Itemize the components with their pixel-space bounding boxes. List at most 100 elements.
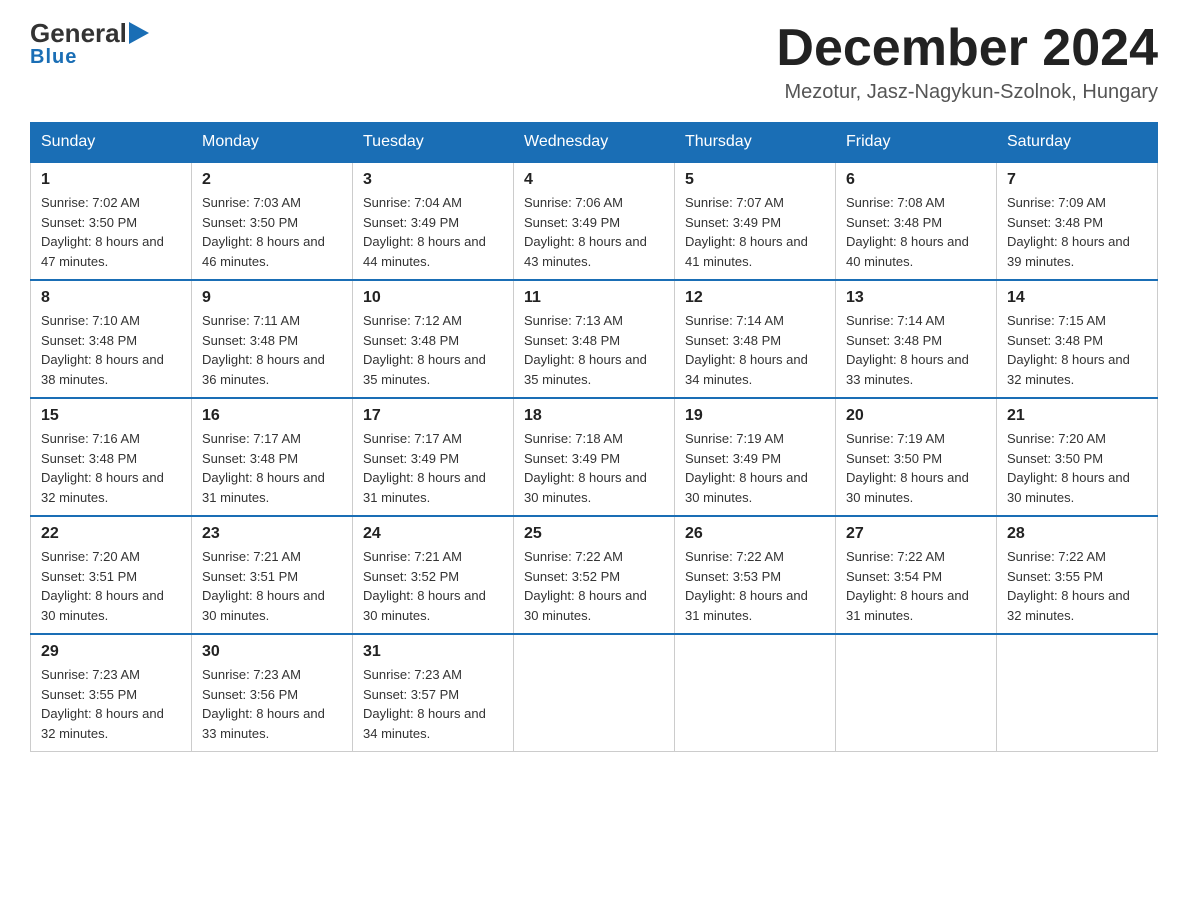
day-number: 10 <box>363 289 503 307</box>
page-header: General Blue December 2024 Mezotur, Jasz… <box>30 20 1158 104</box>
day-info: Sunrise: 7:15 AMSunset: 3:48 PMDaylight:… <box>1007 311 1147 389</box>
table-row: 13Sunrise: 7:14 AMSunset: 3:48 PMDayligh… <box>836 280 997 398</box>
day-number: 27 <box>846 525 986 543</box>
month-title: December 2024 <box>776 20 1158 77</box>
col-wednesday: Wednesday <box>514 123 675 163</box>
day-info: Sunrise: 7:18 AMSunset: 3:49 PMDaylight:… <box>524 429 664 507</box>
table-row: 11 Sunrise: 7:13 AMSunset: 3:48 PMDayligh… <box>514 280 675 398</box>
table-row <box>514 634 675 752</box>
day-info: Sunrise: 7:23 AMSunset: 3:56 PMDaylight:… <box>202 665 342 743</box>
day-number: 12 <box>685 289 825 307</box>
table-row: 27 Sunrise: 7:22 AMSunset: 3:54 PMDayligh… <box>836 516 997 634</box>
table-row: 7 Sunrise: 7:09 AMSunset: 3:48 PMDaylight… <box>997 162 1158 280</box>
table-row <box>836 634 997 752</box>
calendar-week-row: 22 Sunrise: 7:20 AMSunset: 3:51 PMDayligh… <box>31 516 1158 634</box>
calendar-header-row: Sunday Monday Tuesday Wednesday Thursday… <box>31 123 1158 163</box>
day-info: Sunrise: 7:20 AMSunset: 3:50 PMDaylight:… <box>1007 429 1147 507</box>
day-info: Sunrise: 7:14 AMSunset: 3:48 PMDaylight:… <box>685 311 825 389</box>
table-row <box>675 634 836 752</box>
day-number: 15 <box>41 407 181 425</box>
table-row: 28 Sunrise: 7:22 AMSunset: 3:55 PMDayligh… <box>997 516 1158 634</box>
day-number: 8 <box>41 289 181 307</box>
calendar-week-row: 15 Sunrise: 7:16 AMSunset: 3:48 PMDayligh… <box>31 398 1158 516</box>
table-row: 23 Sunrise: 7:21 AMSunset: 3:51 PMDayligh… <box>192 516 353 634</box>
table-row: 8 Sunrise: 7:10 AMSunset: 3:48 PMDaylight… <box>31 280 192 398</box>
day-number: 5 <box>685 171 825 189</box>
day-number: 23 <box>202 525 342 543</box>
table-row: 1 Sunrise: 7:02 AMSunset: 3:50 PMDaylight… <box>31 162 192 280</box>
table-row: 15 Sunrise: 7:16 AMSunset: 3:48 PMDayligh… <box>31 398 192 516</box>
calendar-week-row: 8 Sunrise: 7:10 AMSunset: 3:48 PMDaylight… <box>31 280 1158 398</box>
calendar-week-row: 1 Sunrise: 7:02 AMSunset: 3:50 PMDaylight… <box>31 162 1158 280</box>
day-info: Sunrise: 7:08 AMSunset: 3:48 PMDaylight:… <box>846 193 986 271</box>
day-info: Sunrise: 7:03 AMSunset: 3:50 PMDaylight:… <box>202 193 342 271</box>
day-info: Sunrise: 7:22 AMSunset: 3:55 PMDaylight:… <box>1007 547 1147 625</box>
day-info: Sunrise: 7:06 AMSunset: 3:49 PMDaylight:… <box>524 193 664 271</box>
table-row: 25 Sunrise: 7:22 AMSunset: 3:52 PMDayligh… <box>514 516 675 634</box>
day-info: Sunrise: 7:22 AMSunset: 3:53 PMDaylight:… <box>685 547 825 625</box>
day-number: 9 <box>202 289 342 307</box>
table-row: 24Sunrise: 7:21 AMSunset: 3:52 PMDayligh… <box>353 516 514 634</box>
day-info: Sunrise: 7:11 AMSunset: 3:48 PMDaylight:… <box>202 311 342 389</box>
day-number: 22 <box>41 525 181 543</box>
calendar-table: Sunday Monday Tuesday Wednesday Thursday… <box>30 122 1158 752</box>
table-row: 5 Sunrise: 7:07 AMSunset: 3:49 PMDaylight… <box>675 162 836 280</box>
day-info: Sunrise: 7:02 AMSunset: 3:50 PMDaylight:… <box>41 193 181 271</box>
table-row: 26 Sunrise: 7:22 AMSunset: 3:53 PMDayligh… <box>675 516 836 634</box>
day-number: 20 <box>846 407 986 425</box>
day-number: 6 <box>846 171 986 189</box>
day-info: Sunrise: 7:16 AMSunset: 3:48 PMDaylight:… <box>41 429 181 507</box>
day-info: Sunrise: 7:09 AMSunset: 3:48 PMDaylight:… <box>1007 193 1147 271</box>
day-info: Sunrise: 7:17 AMSunset: 3:48 PMDaylight:… <box>202 429 342 507</box>
day-info: Sunrise: 7:21 AMSunset: 3:51 PMDaylight:… <box>202 547 342 625</box>
day-info: Sunrise: 7:12 AMSunset: 3:48 PMDaylight:… <box>363 311 503 389</box>
col-tuesday: Tuesday <box>353 123 514 163</box>
col-sunday: Sunday <box>31 123 192 163</box>
day-number: 16 <box>202 407 342 425</box>
day-number: 7 <box>1007 171 1147 189</box>
day-info: Sunrise: 7:23 AMSunset: 3:57 PMDaylight:… <box>363 665 503 743</box>
day-number: 17 <box>363 407 503 425</box>
day-info: Sunrise: 7:19 AMSunset: 3:50 PMDaylight:… <box>846 429 986 507</box>
logo: General Blue <box>30 20 149 69</box>
day-number: 26 <box>685 525 825 543</box>
logo-arrow-icon <box>129 22 149 44</box>
day-number: 31 <box>363 643 503 661</box>
day-info: Sunrise: 7:10 AMSunset: 3:48 PMDaylight:… <box>41 311 181 389</box>
day-number: 3 <box>363 171 503 189</box>
day-info: Sunrise: 7:22 AMSunset: 3:52 PMDaylight:… <box>524 547 664 625</box>
table-row: 6 Sunrise: 7:08 AMSunset: 3:48 PMDaylight… <box>836 162 997 280</box>
col-monday: Monday <box>192 123 353 163</box>
day-info: Sunrise: 7:07 AMSunset: 3:49 PMDaylight:… <box>685 193 825 271</box>
table-row: 12 Sunrise: 7:14 AMSunset: 3:48 PMDayligh… <box>675 280 836 398</box>
day-info: Sunrise: 7:23 AMSunset: 3:55 PMDaylight:… <box>41 665 181 743</box>
calendar-week-row: 29 Sunrise: 7:23 AMSunset: 3:55 PMDayligh… <box>31 634 1158 752</box>
table-row: 17 Sunrise: 7:17 AMSunset: 3:49 PMDayligh… <box>353 398 514 516</box>
col-friday: Friday <box>836 123 997 163</box>
day-number: 28 <box>1007 525 1147 543</box>
day-number: 13 <box>846 289 986 307</box>
day-info: Sunrise: 7:19 AMSunset: 3:49 PMDaylight:… <box>685 429 825 507</box>
table-row <box>997 634 1158 752</box>
day-number: 30 <box>202 643 342 661</box>
day-number: 29 <box>41 643 181 661</box>
day-number: 24 <box>363 525 503 543</box>
table-row: 14 Sunrise: 7:15 AMSunset: 3:48 PMDayligh… <box>997 280 1158 398</box>
day-info: Sunrise: 7:17 AMSunset: 3:49 PMDaylight:… <box>363 429 503 507</box>
day-info: Sunrise: 7:20 AMSunset: 3:51 PMDaylight:… <box>41 547 181 625</box>
table-row: 20 Sunrise: 7:19 AMSunset: 3:50 PMDayligh… <box>836 398 997 516</box>
table-row: 3Sunrise: 7:04 AMSunset: 3:49 PMDaylight… <box>353 162 514 280</box>
day-number: 11 <box>524 289 664 307</box>
table-row: 16 Sunrise: 7:17 AMSunset: 3:48 PMDayligh… <box>192 398 353 516</box>
day-info: Sunrise: 7:13 AMSunset: 3:48 PMDaylight:… <box>524 311 664 389</box>
table-row: 21Sunrise: 7:20 AMSunset: 3:50 PMDayligh… <box>997 398 1158 516</box>
table-row: 31 Sunrise: 7:23 AMSunset: 3:57 PMDayligh… <box>353 634 514 752</box>
title-block: December 2024 Mezotur, Jasz-Nagykun-Szol… <box>776 20 1158 104</box>
day-info: Sunrise: 7:22 AMSunset: 3:54 PMDaylight:… <box>846 547 986 625</box>
day-number: 1 <box>41 171 181 189</box>
table-row: 4Sunrise: 7:06 AMSunset: 3:49 PMDaylight… <box>514 162 675 280</box>
day-number: 18 <box>524 407 664 425</box>
day-number: 25 <box>524 525 664 543</box>
day-number: 14 <box>1007 289 1147 307</box>
table-row: 2Sunrise: 7:03 AMSunset: 3:50 PMDaylight… <box>192 162 353 280</box>
